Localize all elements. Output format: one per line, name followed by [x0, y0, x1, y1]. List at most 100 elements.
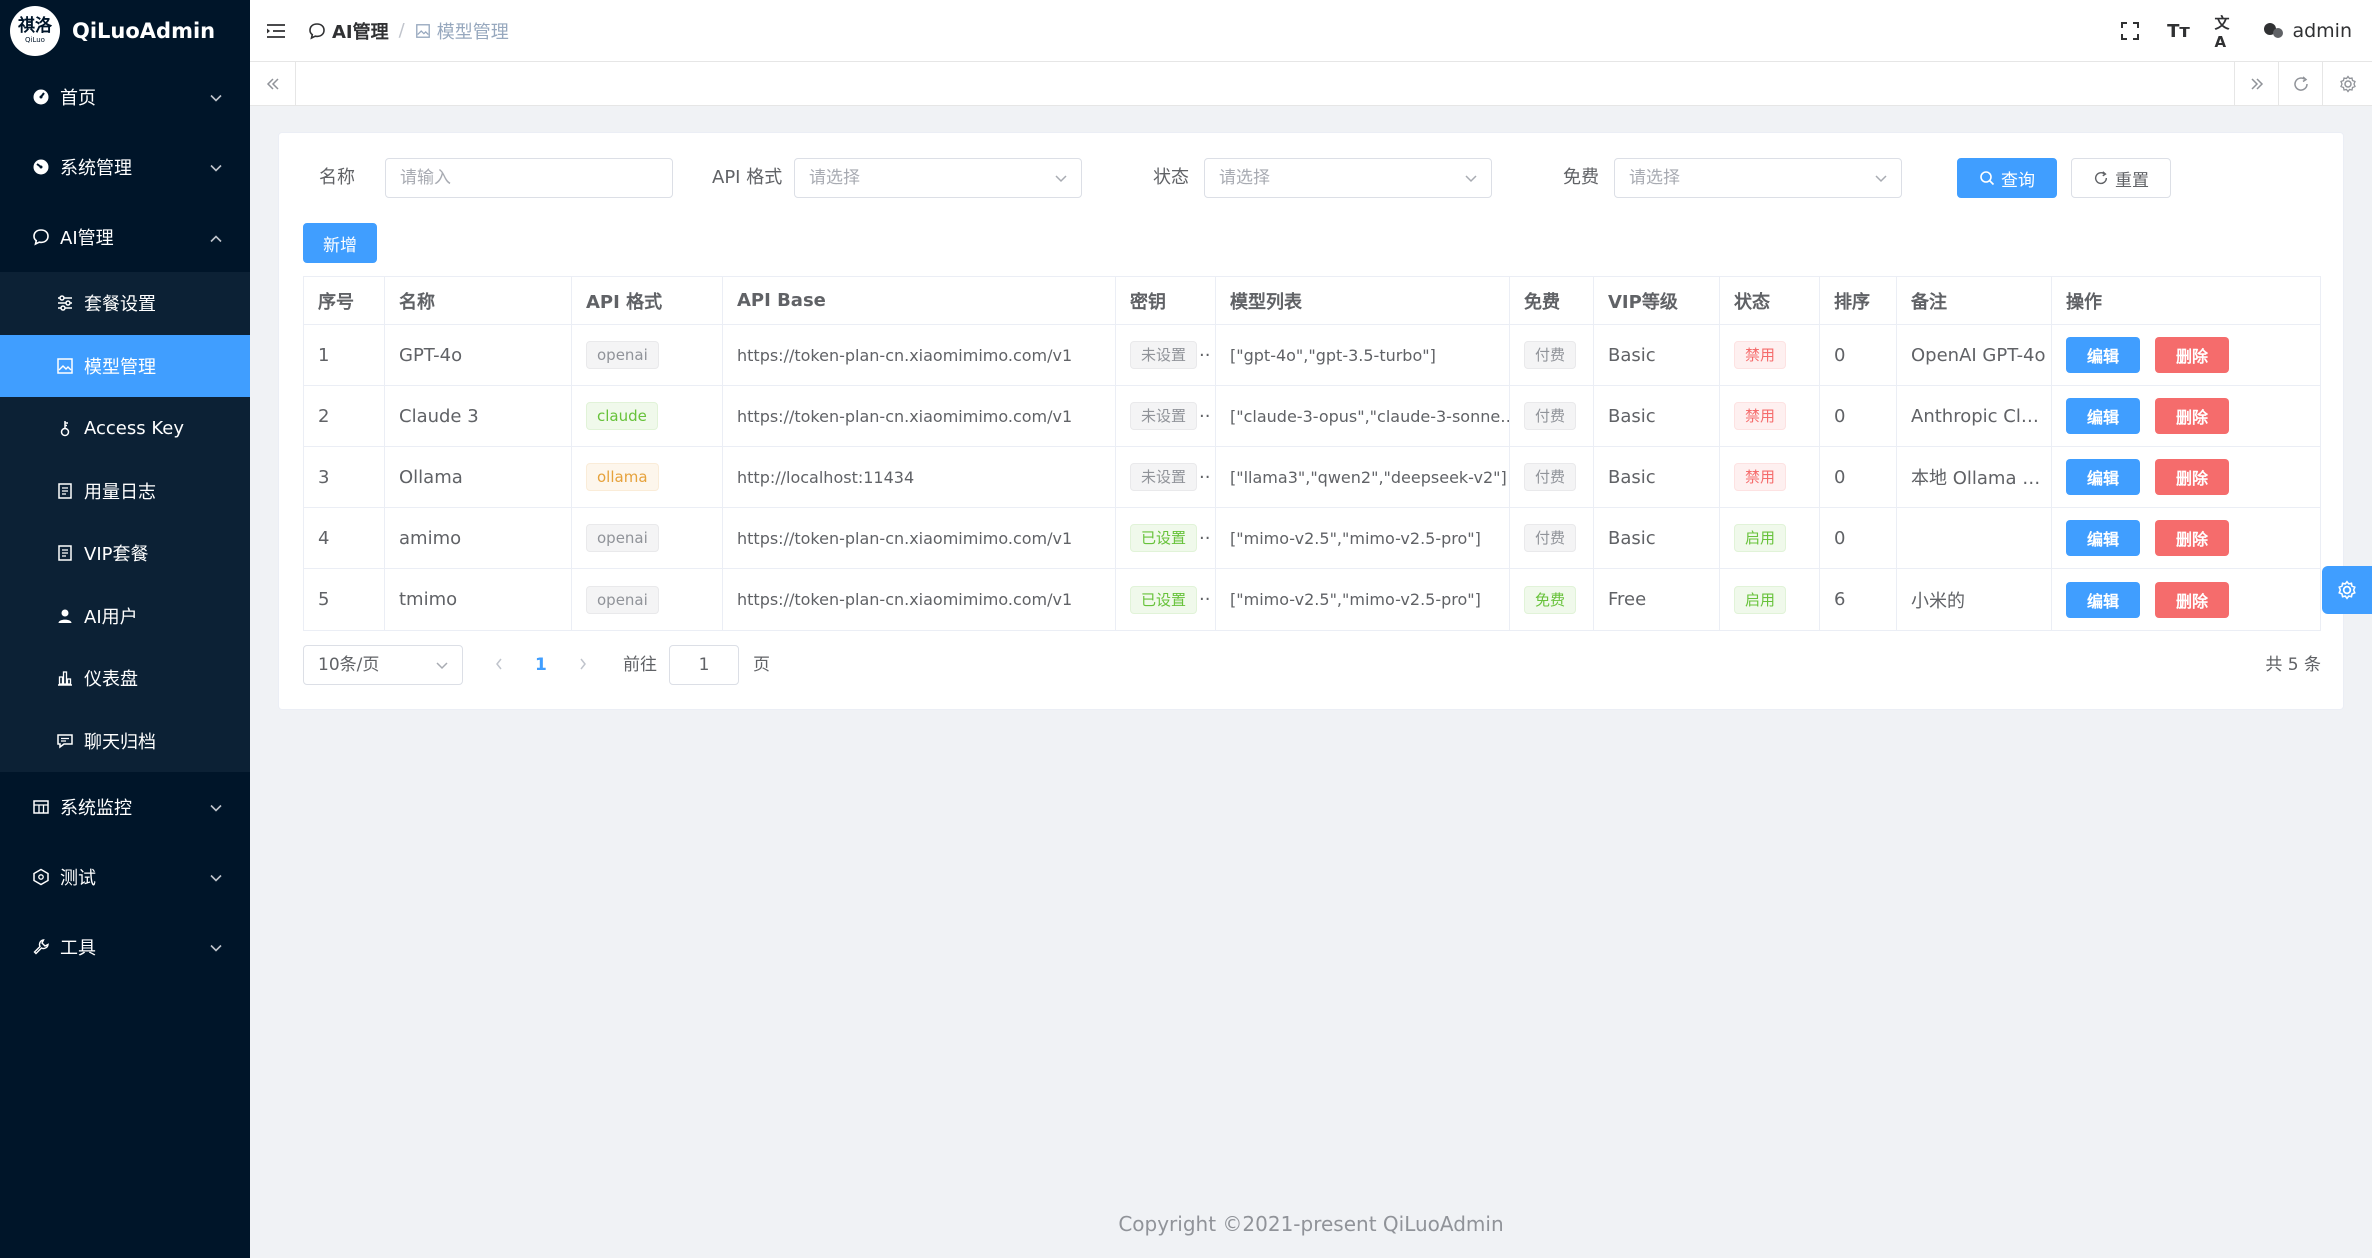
sidebar-item-ai-users[interactable]: AI用户 — [0, 585, 250, 648]
table-cell: claude — [572, 386, 723, 446]
chevron-down-icon — [210, 937, 222, 958]
key-status-tag: 已设置 — [1130, 585, 1198, 614]
name-input[interactable]: 请输入 — [385, 158, 673, 198]
key-status-tag: 已设置 — [1130, 524, 1198, 552]
edit-button[interactable]: 编辑 — [2066, 398, 2140, 434]
row-name: amimo — [399, 527, 462, 549]
column-header: 备注 — [1897, 277, 2052, 324]
document-icon — [54, 542, 76, 564]
free-select[interactable]: 请选择 — [1614, 158, 1902, 198]
total-count: 共 5 条 — [2265, 655, 2321, 675]
row-name: Ollama — [399, 466, 463, 488]
sidebar-item-monitor[interactable]: 系统监控 — [0, 772, 250, 842]
edit-button[interactable]: 编辑 — [2066, 581, 2140, 618]
page-size-select[interactable]: 10条/页 — [303, 645, 463, 685]
sidebar-item-label: VIP套餐 — [84, 544, 149, 566]
table-row: 1 GPT-4o openai https://token-plan-cn.xiaom… — [304, 325, 2320, 386]
breadcrumb-parent[interactable]: AI管理 — [308, 18, 389, 44]
edit-button[interactable]: 编辑 — [2066, 520, 2140, 556]
goto-page-input[interactable]: 1 — [669, 645, 739, 685]
delete-button[interactable]: 删除 — [2155, 459, 2229, 495]
delete-button[interactable]: 删除 — [2155, 398, 2229, 434]
breadcrumb: AI管理 / 模型管理 — [308, 18, 509, 44]
table-cell: Anthropic Cl… — [1897, 386, 2052, 446]
delete-button[interactable]: 删除 — [2155, 581, 2229, 618]
table-cell: ["mimo-v2.5","mimo-v2.5-pro"] — [1216, 508, 1510, 568]
chat-bubble-icon — [308, 22, 326, 40]
table-cell: 0 — [1820, 508, 1897, 568]
sidebar-item-dashboard[interactable]: 仪表盘 — [0, 647, 250, 710]
sidebar-item-system[interactable]: 系统管理 — [0, 132, 250, 202]
breadcrumb-separator: / — [398, 20, 405, 41]
table-cell — [1897, 508, 2052, 568]
format-select[interactable]: 请选择 — [794, 158, 1082, 198]
vip-level: Free — [1608, 589, 1647, 610]
scroll-right-icon[interactable] — [2234, 62, 2278, 106]
sidebar-item-home[interactable]: 首页 — [0, 62, 250, 132]
reset-button-label: 重置 — [2115, 170, 2149, 191]
chevron-down-icon — [436, 646, 448, 684]
menu-fold-icon[interactable] — [264, 19, 288, 43]
edit-button[interactable]: 编辑 — [2066, 459, 2140, 495]
sidebar-item-vip-plan[interactable]: VIP套餐 — [0, 522, 250, 585]
user-menu[interactable]: admin — [2262, 20, 2352, 42]
table-cell: 0 — [1820, 386, 1897, 446]
format-tag: ollama — [586, 463, 659, 491]
table-cell: 付费 — [1510, 508, 1594, 568]
edit-button[interactable]: 编辑 — [2066, 337, 2140, 373]
reset-button[interactable]: 重置 — [2071, 158, 2171, 198]
chevron-down-icon — [1465, 159, 1477, 197]
page-suffix: 页 — [753, 655, 770, 675]
query-button[interactable]: 查询 — [1957, 158, 2057, 198]
gear-icon[interactable] — [2322, 62, 2372, 106]
chevron-down-icon — [210, 87, 222, 108]
translate-icon[interactable]: 文A — [2214, 14, 2238, 51]
avatar — [2262, 21, 2284, 41]
sidebar-item-model-management[interactable]: 模型管理 — [0, 334, 250, 397]
settings-float-button[interactable] — [2322, 566, 2372, 614]
refresh-icon[interactable] — [2278, 62, 2322, 106]
sidebar-item-test[interactable]: 测试 — [0, 842, 250, 912]
prev-page-icon[interactable] — [495, 645, 503, 685]
model-list: ["mimo-v2.5","mimo-v2.5-pro"] — [1230, 590, 1481, 609]
delete-button[interactable]: 删除 — [2155, 520, 2229, 556]
sidebar-item-plan-settings[interactable]: 套餐设置 — [0, 272, 250, 335]
table-cell: ["gpt-4o","gpt-3.5-turbo"] — [1216, 325, 1510, 385]
delete-button[interactable]: 删除 — [2155, 337, 2229, 373]
logo[interactable]: 祺洛 QiLuo QiLuoAdmin — [0, 0, 250, 62]
sidebar-item-chat-archive[interactable]: 聊天归档 — [0, 710, 250, 773]
table-cell: 4 — [304, 508, 385, 568]
breadcrumb-current-label: 模型管理 — [436, 21, 509, 43]
sidebar-item-access-key[interactable]: Access Key — [0, 397, 250, 460]
sidebar-item-ai[interactable]: AI管理 — [0, 202, 250, 272]
main-card: 名称 请输入 API 格式 请选择 状态 请选择 免费 请选择 查询 重置 新增… — [278, 132, 2344, 710]
cube-icon — [30, 866, 52, 888]
logo-mark: 祺洛 QiLuo — [10, 6, 60, 56]
free-tag: 付费 — [1524, 402, 1577, 430]
column-header: API 格式 — [572, 277, 723, 324]
fullscreen-icon[interactable] — [2118, 19, 2142, 43]
font-size-icon[interactable]: Tт — [2166, 19, 2190, 43]
ai-submenu: 套餐设置 模型管理 Access Key 用量日志 VIP套餐 AI用户 仪表盘 — [0, 272, 250, 772]
dashboard-icon — [30, 86, 52, 108]
footer-copyright: Copyright ©2021-present QiLuoAdmin — [1118, 1212, 1504, 1236]
next-page-icon[interactable] — [579, 645, 587, 685]
pagination: 10条/页 1 前往 1 页 共 5 条 — [303, 645, 2321, 685]
scroll-left-icon[interactable] — [250, 62, 296, 106]
table-cell: 1 — [304, 325, 385, 385]
sidebar-item-usage-log[interactable]: 用量日志 — [0, 460, 250, 523]
format-select-placeholder: 请选择 — [809, 168, 860, 188]
table-cell: 付费 — [1510, 325, 1594, 385]
table-cell: ["llama3","qwen2","deepseek-v2"] — [1216, 447, 1510, 507]
goto-label: 前往 — [623, 655, 657, 675]
app-name: QiLuoAdmin — [72, 19, 216, 43]
add-button[interactable]: 新增 — [303, 223, 377, 263]
table-cell: 编辑 删除 — [2052, 325, 2320, 385]
column-header: 排序 — [1820, 277, 1897, 324]
page-number[interactable]: 1 — [535, 645, 547, 685]
sidebar-item-tools[interactable]: 工具 — [0, 912, 250, 982]
status-select[interactable]: 请选择 — [1204, 158, 1492, 198]
chevron-up-icon — [210, 227, 222, 248]
sidebar-item-label: 首页 — [60, 88, 96, 109]
sidebar-item-label: 系统监控 — [60, 798, 132, 819]
